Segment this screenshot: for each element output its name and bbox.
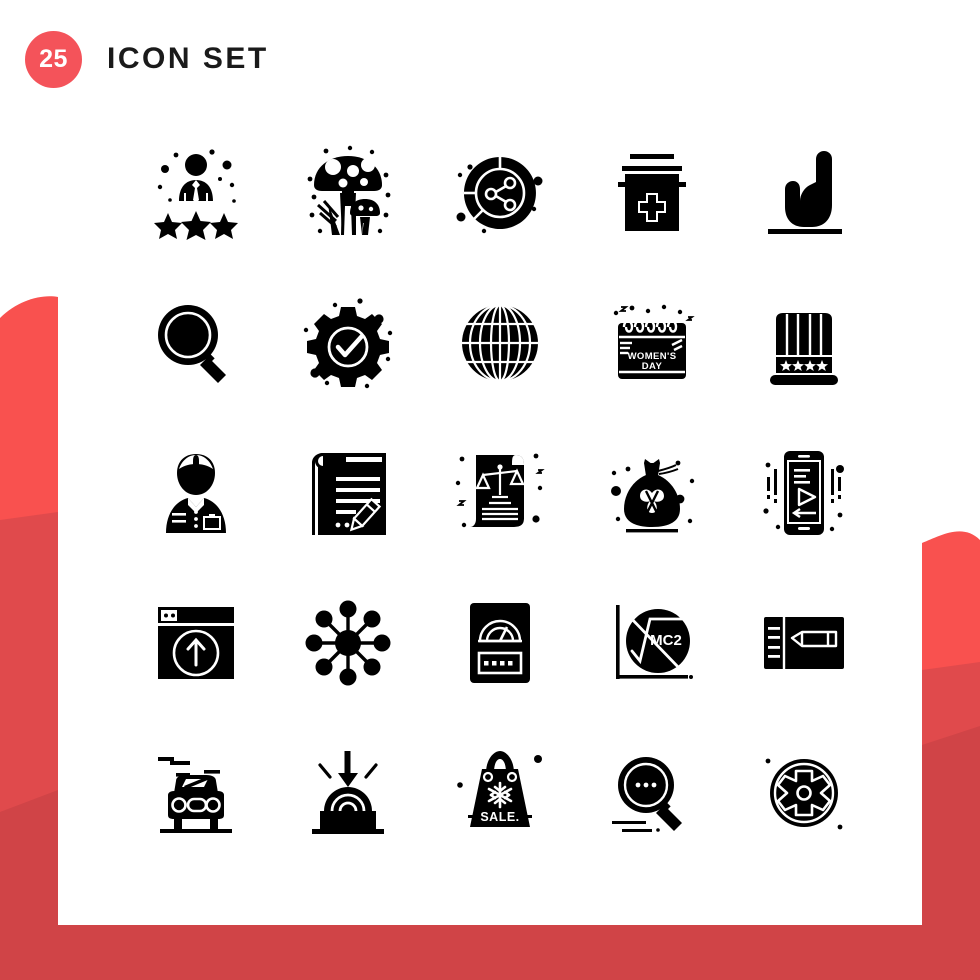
mc2-label: MC2	[650, 632, 682, 649]
icon-cell-chef-hat-stars[interactable]	[728, 268, 880, 418]
network-hub-nodes-icon	[305, 600, 391, 686]
winter-sale-bag-icon: SALE.	[457, 751, 542, 827]
icon-cell-document-edit-pencil[interactable]	[272, 418, 424, 568]
icon-cell-winter-sale-bag[interactable]: SALE.	[424, 718, 576, 868]
icon-cell-network-hub-nodes[interactable]	[272, 568, 424, 718]
womens-day-calendar-icon: WOMEN'S DAY	[613, 304, 695, 379]
settings-gear-circle-icon	[765, 758, 843, 830]
money-bag-clover-icon	[611, 459, 695, 533]
sale-label: SALE.	[480, 810, 519, 824]
graphic-tablet-stylus-icon	[764, 617, 844, 669]
gear-check-settings-icon	[303, 298, 393, 389]
share-network-circle-icon	[456, 157, 543, 234]
icon-cell-browser-upload-arrow[interactable]	[120, 568, 272, 718]
gauge-meter-device-icon	[470, 603, 530, 683]
icon-cell-mushroom[interactable]	[272, 118, 424, 268]
document-edit-pencil-icon	[312, 453, 386, 535]
legal-document-scales-icon	[455, 453, 545, 528]
icon-set-poster: 25 Icon Set	[0, 0, 980, 980]
icon-cell-raised-hand[interactable]	[728, 118, 880, 268]
womens-day-line2: DAY	[642, 361, 663, 372]
icon-cell-settings-gear-circle[interactable]	[728, 718, 880, 868]
chef-hat-stars-icon	[770, 313, 838, 385]
icon-cell-money-bag-clover[interactable]	[576, 418, 728, 568]
icon-cell-mobile-video-player[interactable]	[728, 418, 880, 568]
siren-alarm-down-arrow-icon	[312, 751, 384, 834]
mobile-video-player-icon	[763, 451, 844, 535]
magnifier-search-icon	[158, 305, 226, 383]
employee-avatar-icon	[166, 454, 226, 533]
icon-cell-businessman-rating-stars[interactable]	[120, 118, 272, 268]
right-dark-shape	[922, 726, 980, 925]
raised-hand-icon	[768, 151, 842, 234]
count-badge-number: 25	[39, 44, 68, 73]
icon-cell-womens-day-calendar[interactable]: WOMEN'S DAY	[576, 268, 728, 418]
count-badge: 25	[25, 30, 82, 88]
left-dark-shape	[0, 790, 58, 925]
globe-grid-icon	[462, 303, 538, 383]
taxi-car-icon	[158, 757, 232, 833]
mushroom-icon	[307, 145, 391, 235]
icon-cell-employee-avatar[interactable]	[120, 418, 272, 568]
businessman-rating-stars-icon	[154, 149, 238, 240]
icon-cell-graphic-tablet-stylus[interactable]	[728, 568, 880, 718]
content-card: 25 Icon Set	[25, 0, 922, 925]
icon-cell-gauge-meter-device[interactable]	[424, 568, 576, 718]
icon-grid: WOMEN'S DAY MC2 SALE.	[120, 118, 880, 868]
icon-cell-share-network-circle[interactable]	[424, 118, 576, 268]
medical-box-cross-icon	[618, 154, 686, 231]
icon-cell-medical-box-cross[interactable]	[576, 118, 728, 268]
search-more-options-icon	[612, 757, 682, 832]
icon-cell-magnifier-search[interactable]	[120, 268, 272, 418]
page-title: Icon Set	[107, 42, 269, 75]
icon-cell-taxi-car[interactable]	[120, 718, 272, 868]
icon-cell-globe-grid[interactable]	[424, 268, 576, 418]
browser-upload-arrow-icon	[158, 607, 234, 679]
icon-cell-legal-document-scales[interactable]	[424, 418, 576, 568]
icon-cell-physics-chart-mc2[interactable]: MC2	[576, 568, 728, 718]
poster-header: 25 Icon Set	[25, 0, 922, 118]
icon-cell-gear-check-settings[interactable]	[272, 268, 424, 418]
icon-cell-search-more-options[interactable]	[576, 718, 728, 868]
physics-chart-mc2-icon: MC2	[616, 605, 693, 679]
icon-cell-siren-alarm-down-arrow[interactable]	[272, 718, 424, 868]
